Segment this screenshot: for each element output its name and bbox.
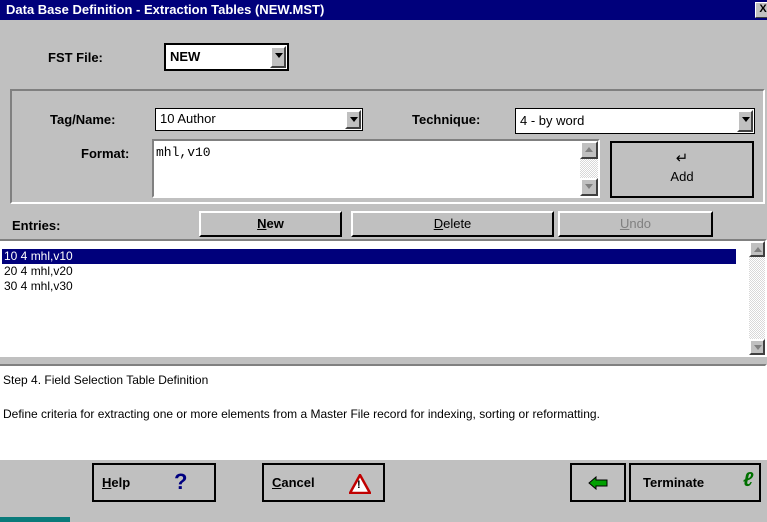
fst-file-label: FST File:: [48, 50, 103, 65]
fst-file-value: NEW: [170, 49, 201, 64]
title-bar: Data Base Definition - Extraction Tables…: [0, 0, 767, 20]
new-label: ew: [266, 216, 284, 231]
close-icon[interactable]: X: [755, 2, 767, 18]
warning-icon-glyph: !: [357, 479, 361, 491]
list-item[interactable]: 20 4 mhl,v20: [2, 264, 736, 279]
cancel-button[interactable]: Cancel !: [262, 463, 385, 502]
entries-list[interactable]: 10 4 mhl,v10 20 4 mhl,v20 30 4 mhl,v30: [0, 239, 767, 357]
help-label: elp: [111, 475, 131, 490]
new-label-accel: N: [257, 216, 267, 231]
help-text-title: Step 4. Field Selection Table Definition: [3, 373, 209, 387]
taskbar-strip: [0, 517, 70, 522]
tag-name-select[interactable]: 10 Author: [155, 108, 363, 131]
delete-button[interactable]: Delete: [351, 211, 554, 237]
add-button[interactable]: ↵ Add: [610, 141, 754, 198]
undo-button[interactable]: Undo: [558, 211, 713, 237]
terminate-label: Terminate: [643, 475, 705, 490]
help-label-accel: H: [102, 475, 112, 490]
format-value: mhl,v10: [156, 145, 211, 160]
scroll-up-icon[interactable]: [749, 241, 765, 257]
delete-label: elete: [443, 216, 472, 231]
tag-name-label: Tag/Name:: [50, 112, 116, 127]
bottom-edge: [0, 515, 767, 522]
scroll-down-icon[interactable]: [580, 178, 598, 196]
new-button[interactable]: New: [199, 211, 342, 237]
entries-scrollbar[interactable]: [749, 241, 765, 355]
format-scrollbar[interactable]: [580, 141, 598, 196]
scroll-up-icon[interactable]: [580, 141, 598, 159]
delete-label-accel: D: [433, 216, 444, 231]
chevron-down-icon[interactable]: [270, 46, 286, 68]
scroll-down-icon[interactable]: [749, 339, 765, 355]
technique-select[interactable]: 4 - by word: [515, 108, 755, 134]
technique-value: 4 - by word: [520, 113, 585, 128]
technique-label: Technique:: [412, 112, 481, 127]
undo-label-accel: U: [619, 216, 630, 231]
enter-icon: ↵: [675, 150, 689, 167]
help-button[interactable]: Help ?: [92, 463, 216, 502]
list-item[interactable]: 30 4 mhl,v30: [2, 279, 736, 294]
tag-name-value: 10 Author: [160, 111, 216, 126]
window-title: Data Base Definition - Extraction Tables…: [6, 2, 325, 17]
arrow-left-icon: [588, 476, 608, 490]
fst-file-select[interactable]: NEW: [164, 43, 289, 71]
question-icon: ?: [174, 469, 188, 494]
back-button[interactable]: [570, 463, 626, 502]
add-button-label: Add: [670, 169, 694, 184]
chevron-down-icon[interactable]: [345, 110, 361, 129]
cancel-label-accel: C: [272, 475, 282, 490]
undo-label: ndo: [629, 216, 652, 231]
pencil-icon: ℓ: [743, 469, 754, 491]
list-item[interactable]: 10 4 mhl,v10: [2, 249, 736, 264]
format-label: Format:: [81, 146, 130, 161]
entries-label: Entries:: [12, 218, 61, 233]
cancel-label: ancel: [281, 475, 315, 490]
format-field[interactable]: mhl,v10: [152, 139, 600, 198]
help-text-panel: Step 4. Field Selection Table Definition…: [0, 364, 767, 460]
terminate-button[interactable]: Terminate ℓ: [629, 463, 761, 502]
chevron-down-icon[interactable]: [737, 110, 753, 132]
help-text-body: Define criteria for extracting one or mo…: [3, 407, 600, 421]
